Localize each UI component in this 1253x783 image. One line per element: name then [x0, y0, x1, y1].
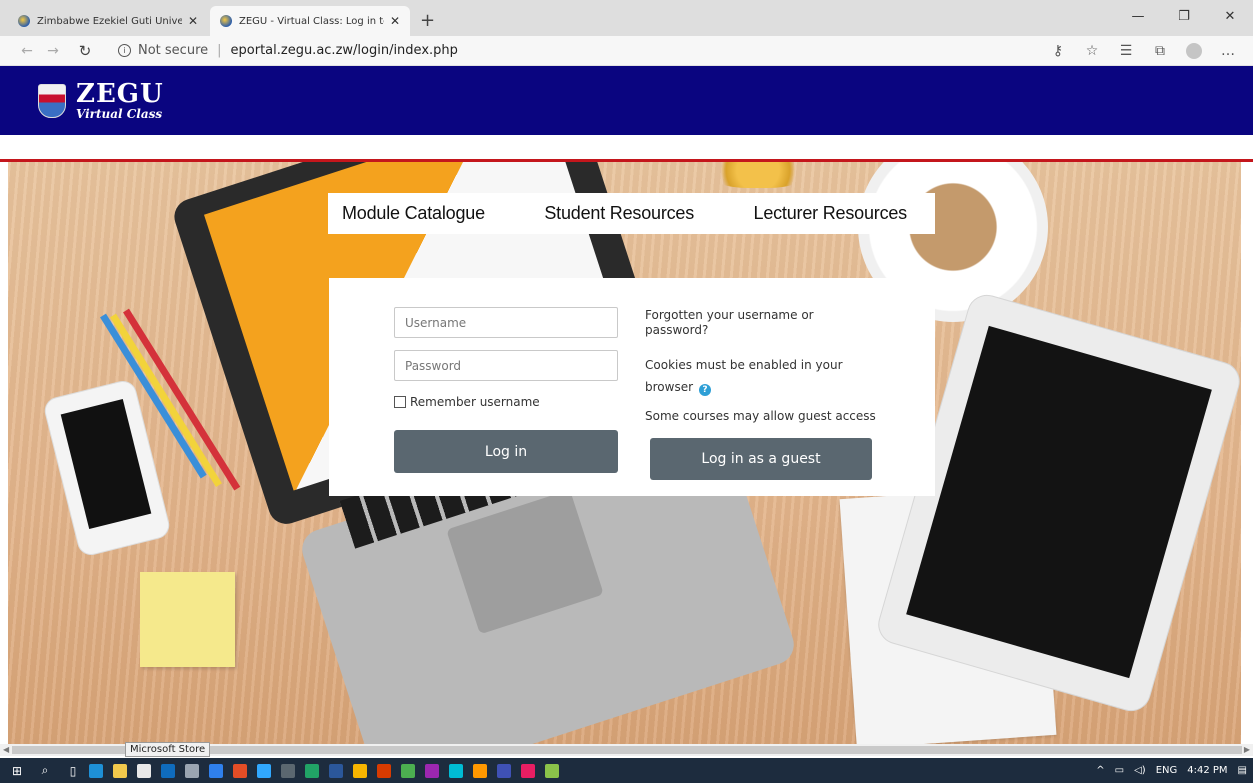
collections-icon[interactable]: ⧉: [1143, 43, 1177, 59]
windows-start-icon[interactable]: ⊞: [6, 764, 28, 778]
url-field[interactable]: i Not secure | eportal.zegu.ac.zw/login/…: [118, 43, 458, 58]
browser-tab-virtual-class[interactable]: ZEGU - Virtual Class: Log in to th ✕: [210, 6, 410, 36]
tab-close-icon[interactable]: ✕: [188, 14, 198, 28]
favorites-icon[interactable]: ☰: [1109, 43, 1143, 59]
app-icon[interactable]: [281, 763, 295, 778]
remember-username[interactable]: Remember username: [394, 395, 540, 409]
username-input[interactable]: [394, 307, 618, 338]
photoshop-icon[interactable]: [257, 763, 271, 778]
site-favicon-icon: [220, 15, 232, 27]
app-icon[interactable]: [425, 763, 439, 778]
url-separator: |: [217, 43, 222, 58]
app-icon[interactable]: [497, 763, 511, 778]
notifications-icon[interactable]: ▤: [1238, 765, 1247, 776]
profile-icon[interactable]: [1186, 43, 1202, 59]
app-icon[interactable]: [521, 763, 535, 778]
dreamweaver-icon[interactable]: [401, 763, 415, 778]
app-icon[interactable]: [233, 763, 247, 778]
browser-tab-zegu-university[interactable]: Zimbabwe Ezekiel Guti Universit ✕: [8, 6, 208, 36]
forward-button[interactable]: →: [40, 43, 66, 59]
window-controls: — ❐ ✕: [1115, 0, 1253, 34]
close-window-button[interactable]: ✕: [1207, 0, 1253, 34]
maximize-button[interactable]: ❐: [1161, 0, 1207, 34]
site-favicon-icon: [18, 15, 30, 27]
cookies-notice: Cookies must be enabled in your browser?: [645, 354, 843, 398]
favorite-star-icon[interactable]: ☆: [1075, 43, 1109, 59]
main-menu: Module Catalogue Student Resources Lectu…: [328, 193, 935, 234]
scroll-left-icon[interactable]: ◀: [3, 744, 9, 756]
app-icon[interactable]: [473, 763, 487, 778]
scroll-right-icon[interactable]: ▶: [1244, 744, 1250, 756]
forgot-line-2: password?: [645, 323, 709, 337]
key-icon[interactable]: ⚷: [1041, 43, 1075, 59]
network-icon[interactable]: ▭: [1115, 765, 1124, 776]
help-icon[interactable]: ?: [699, 384, 712, 396]
app-icon[interactable]: [305, 763, 319, 778]
more-icon[interactable]: …: [1211, 43, 1245, 59]
remember-label: Remember username: [410, 395, 540, 409]
language-indicator[interactable]: ENG: [1156, 765, 1178, 776]
browser-toolbar: ⚷ ☆ ☰ ⧉ …: [1041, 36, 1245, 66]
app-icon[interactable]: [449, 763, 463, 778]
tab-title: ZEGU - Virtual Class: Log in to th: [239, 15, 384, 27]
tab-close-icon[interactable]: ✕: [390, 14, 400, 28]
security-status: Not secure: [138, 43, 209, 58]
brand-title: ZEGU: [76, 78, 164, 109]
chrome-icon[interactable]: [209, 763, 223, 778]
brand-subtitle: Virtual Class: [76, 106, 163, 121]
site-header: ZEGU Virtual Class: [0, 66, 1253, 135]
menu-item-lecturer-resources[interactable]: Lecturer Resources: [754, 203, 908, 224]
file-explorer-icon[interactable]: [113, 763, 127, 778]
university-crest-icon[interactable]: [38, 83, 66, 118]
site-brand[interactable]: ZEGU Virtual Class: [76, 81, 164, 121]
app-icon[interactable]: [185, 763, 199, 778]
outlook-icon[interactable]: [161, 763, 175, 778]
back-button[interactable]: ←: [14, 43, 40, 59]
cookies-line-1: Cookies must be enabled in your: [645, 358, 843, 372]
password-input[interactable]: [394, 350, 618, 381]
forgot-credentials-link[interactable]: Forgotten your username or password?: [645, 308, 814, 338]
new-tab-button[interactable]: +: [420, 12, 435, 30]
browser-tabstrip: Zimbabwe Ezekiel Guti Universit ✕ ZEGU -…: [0, 0, 1253, 36]
menu-item-module-catalogue[interactable]: Module Catalogue: [342, 203, 485, 224]
search-icon[interactable]: ⌕: [34, 763, 56, 778]
sticky-note-decoration: [140, 572, 235, 667]
word-icon[interactable]: [329, 763, 343, 778]
address-bar: ← → ↻ i Not secure | eportal.zegu.ac.zw/…: [0, 36, 1253, 66]
system-tray: ^ ▭ ◁) ENG 4:42 PM ▤: [1086, 758, 1247, 783]
refresh-button[interactable]: ↻: [72, 42, 98, 60]
menu-item-student-resources[interactable]: Student Resources: [544, 203, 694, 224]
flowers-decoration: [708, 162, 808, 188]
url-text[interactable]: eportal.zegu.ac.zw/login/index.php: [231, 43, 458, 58]
volume-icon[interactable]: ◁): [1134, 765, 1146, 776]
powerpoint-icon[interactable]: [377, 763, 391, 778]
clock[interactable]: 4:42 PM: [1187, 765, 1227, 776]
guest-login-button[interactable]: Log in as a guest: [650, 438, 872, 480]
app-icon[interactable]: [353, 763, 367, 778]
app-icon[interactable]: [545, 763, 559, 778]
login-panel: Remember username Log in Forgotten your …: [329, 278, 935, 496]
login-button[interactable]: Log in: [394, 430, 618, 473]
task-view-icon[interactable]: ▯: [62, 764, 84, 778]
microsoft-store-icon[interactable]: [137, 763, 151, 778]
show-hidden-icons-icon[interactable]: ^: [1096, 765, 1104, 776]
forgot-line-1: Forgotten your username or: [645, 308, 814, 322]
tab-title: Zimbabwe Ezekiel Guti Universit: [37, 15, 182, 27]
site-info-icon[interactable]: i: [118, 44, 131, 57]
taskbar-tooltip: Microsoft Store: [125, 742, 211, 757]
edge-icon[interactable]: [89, 763, 103, 778]
minimize-button[interactable]: —: [1115, 0, 1161, 34]
cookies-line-2: browser: [645, 380, 694, 394]
windows-taskbar: ⊞ ⌕ ▯ ^ ▭ ◁) ENG 4:42 PM ▤: [0, 758, 1253, 783]
remember-checkbox[interactable]: [394, 396, 406, 408]
guest-access-note: Some courses may allow guest access: [645, 409, 876, 423]
